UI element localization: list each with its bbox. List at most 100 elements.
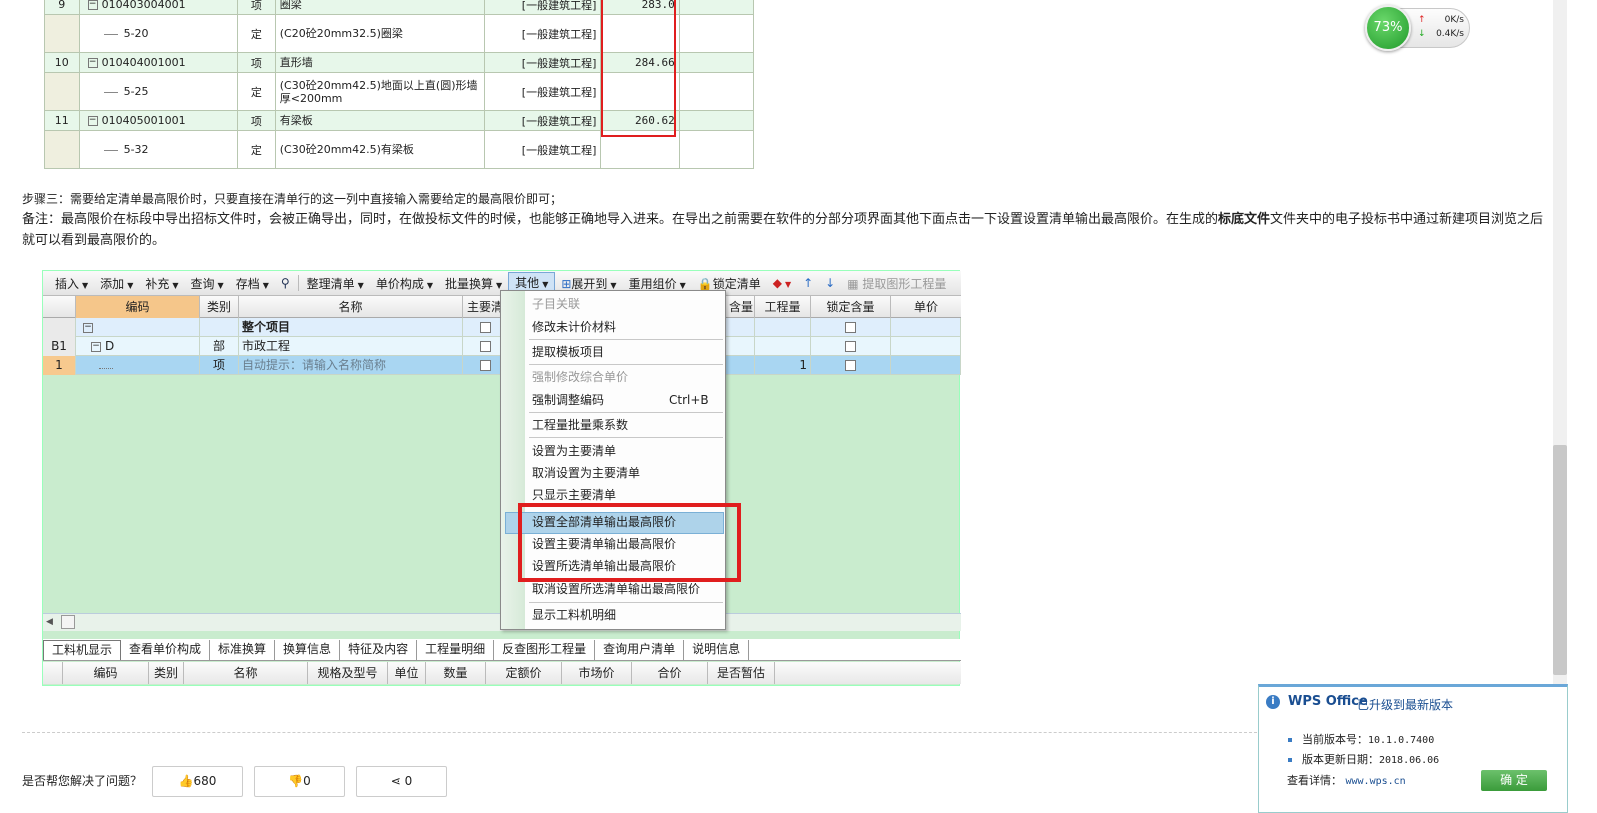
arrow-up-icon[interactable]: ↑ <box>797 276 819 290</box>
col-kind[interactable]: 类别 <box>200 296 239 318</box>
insert-button[interactable]: 插入 ▼ <box>49 275 94 292</box>
row-kind: 部 <box>200 337 239 356</box>
tree-connector <box>103 91 118 93</box>
name-input[interactable]: 自动提示：请输入名称简称 <box>239 356 463 375</box>
col-total-price[interactable]: 合价 <box>632 662 708 684</box>
lock-content-checkbox[interactable] <box>845 360 856 371</box>
col-provisional[interactable]: 是否暂估 <box>708 662 775 684</box>
menu-item-extract-template[interactable]: 提取模板项目 <box>532 342 604 362</box>
collapse-icon[interactable]: − <box>87 58 98 68</box>
col-code[interactable]: 编码 <box>76 296 200 318</box>
tree-connector <box>103 149 118 151</box>
tab-notes[interactable]: 说明信息 <box>684 640 750 660</box>
tab-user-list[interactable]: 查询用户清单 <box>595 640 685 660</box>
collapse-icon[interactable]: − <box>87 0 98 10</box>
col-name[interactable]: 名称 <box>184 662 308 684</box>
lock-content-checkbox[interactable] <box>845 341 856 352</box>
col-quantity[interactable]: 工程量 <box>755 296 811 318</box>
collapse-icon[interactable]: − <box>91 341 101 352</box>
col-content[interactable]: 含量 <box>728 296 755 318</box>
menu-item-set-main-list[interactable]: 设置为主要清单 <box>532 441 616 461</box>
batch-convert-button[interactable]: 批量换算 ▼ <box>439 275 508 292</box>
scroll-thumb[interactable] <box>61 615 75 629</box>
menu-item-force-adjust-code[interactable]: 强制调整编码 Ctrl+B <box>532 390 717 410</box>
menu-item-edit-unpriced-material[interactable]: 修改未计价材料 <box>532 317 616 337</box>
collapse-icon[interactable]: − <box>87 116 98 126</box>
arrow-down-icon[interactable]: ↓ <box>819 276 841 290</box>
thumbs-up-icon: 👍 <box>178 774 194 788</box>
info-icon: i <box>1266 695 1280 709</box>
lock-content-checkbox[interactable] <box>845 322 856 333</box>
row-index: 1 <box>43 356 76 375</box>
memory-percent[interactable]: 73% <box>1365 5 1411 51</box>
paint-bucket-icon[interactable]: ◆ ▼ <box>767 276 797 290</box>
wps-link[interactable]: www.wps.cn <box>1346 776 1406 787</box>
col-kind[interactable]: 类别 <box>149 662 184 684</box>
tab-reverse-graphic[interactable]: 反查图形工程量 <box>494 640 596 660</box>
helpful-question: 是否帮您解决了问题？ <box>22 774 143 788</box>
col-lock-content[interactable]: 锁定含量 <box>811 296 891 318</box>
query-button[interactable]: 查询 ▼ <box>185 275 230 292</box>
collapse-icon[interactable]: − <box>83 322 93 333</box>
row-index: 10 <box>44 52 80 73</box>
col-name[interactable]: 名称 <box>239 296 463 318</box>
menu-item-batch-multiply[interactable]: 工程量批量乘系数 <box>532 415 628 435</box>
main-list-checkbox[interactable] <box>479 341 491 352</box>
menu-item-force-edit-price[interactable]: 强制修改综合单价 <box>532 367 628 387</box>
expand-to-button[interactable]: ⊞展开到 ▼ <box>555 275 622 292</box>
scroll-thumb[interactable] <box>1553 445 1567 675</box>
col-market-price[interactable]: 市场价 <box>562 662 632 684</box>
menu-item-sub-relation[interactable]: 子目关联 <box>532 294 580 314</box>
binoculars-icon[interactable]: ⚲ <box>275 276 296 290</box>
menu-item-show-material-detail[interactable]: 显示工料机明细 <box>532 605 616 625</box>
row-kind: 项 <box>236 0 276 15</box>
row-category: [一般建筑工程] <box>484 110 602 131</box>
detail-line: 查看详情： www.wps.cn <box>1287 774 1406 787</box>
row-code: 5-20 <box>123 27 149 40</box>
tab-qty-detail[interactable]: 工程量明细 <box>417 640 495 660</box>
col-spec[interactable]: 规格及型号 <box>308 662 388 684</box>
like-button[interactable]: 👍680 <box>152 766 243 797</box>
col-quota-price[interactable]: 定额价 <box>486 662 562 684</box>
tab-material-display[interactable]: 工料机显示 <box>43 640 122 660</box>
col-unit-price[interactable]: 单价 <box>891 296 961 318</box>
ok-button[interactable]: 确 定 <box>1481 770 1547 791</box>
share-button[interactable]: ⋖ 0 <box>356 766 447 797</box>
add-button[interactable]: 添加 ▼ <box>94 275 139 292</box>
reuse-price-button[interactable]: 重用组价 ▼ <box>623 275 692 292</box>
menu-item-unset-main-list[interactable]: 取消设置为主要清单 <box>532 463 640 483</box>
tab-features[interactable]: 特征及内容 <box>340 640 418 660</box>
scroll-left-icon[interactable]: ◀ <box>46 617 53 627</box>
date-line: 版本更新日期：2018.06.06 <box>1288 751 1439 767</box>
supplement-button[interactable]: 补充 ▼ <box>139 275 184 292</box>
row-name: 直形墙 <box>274 52 486 73</box>
organize-list-button[interactable]: 整理清单 ▼ <box>301 275 370 292</box>
row-name: (C30砼20mm42.5)有梁板 <box>274 130 486 169</box>
menu-item-show-main-only[interactable]: 只显示主要清单 <box>532 485 616 505</box>
row-index: 9 <box>44 0 80 15</box>
row-kind: 定 <box>236 130 276 169</box>
tab-convert-info[interactable]: 换算信息 <box>275 640 341 660</box>
unit-price-composition-button[interactable]: 单价构成 ▼ <box>370 275 439 292</box>
upload-arrow-icon: ↑ <box>1418 15 1426 25</box>
archive-button[interactable]: 存档 ▼ <box>230 275 275 292</box>
col-unit[interactable]: 单位 <box>388 662 426 684</box>
col-amount[interactable]: 数量 <box>426 662 486 684</box>
menu-item-unset-selected-max-price[interactable]: 取消设置所选清单输出最高限价 <box>532 579 700 599</box>
tab-unit-price[interactable]: 查看单价构成 <box>121 640 211 660</box>
upload-speed: 0K/s <box>1444 15 1464 25</box>
extract-graphic-qty-button[interactable]: ▦ 提取图形工程量 <box>841 275 952 292</box>
tab-standard-convert[interactable]: 标准换算 <box>210 640 276 660</box>
row-name: (C20砼20mm32.5)圈梁 <box>274 14 486 53</box>
row-name: 有梁板 <box>274 110 486 131</box>
share-icon: ⋖ <box>390 774 405 788</box>
lock-list-button[interactable]: 🔒锁定清单 <box>692 275 767 292</box>
main-list-checkbox[interactable] <box>479 360 491 371</box>
main-list-checkbox[interactable] <box>479 322 491 333</box>
row-quantity[interactable]: 1 <box>755 356 811 375</box>
lock-icon: 🔒 <box>697 276 713 291</box>
version-line: 当前版本号：10.1.0.7400 <box>1288 731 1434 747</box>
dislike-button[interactable]: 👎0 <box>254 766 345 797</box>
col-code[interactable]: 编码 <box>63 662 149 684</box>
row-kind: 定 <box>236 14 276 53</box>
